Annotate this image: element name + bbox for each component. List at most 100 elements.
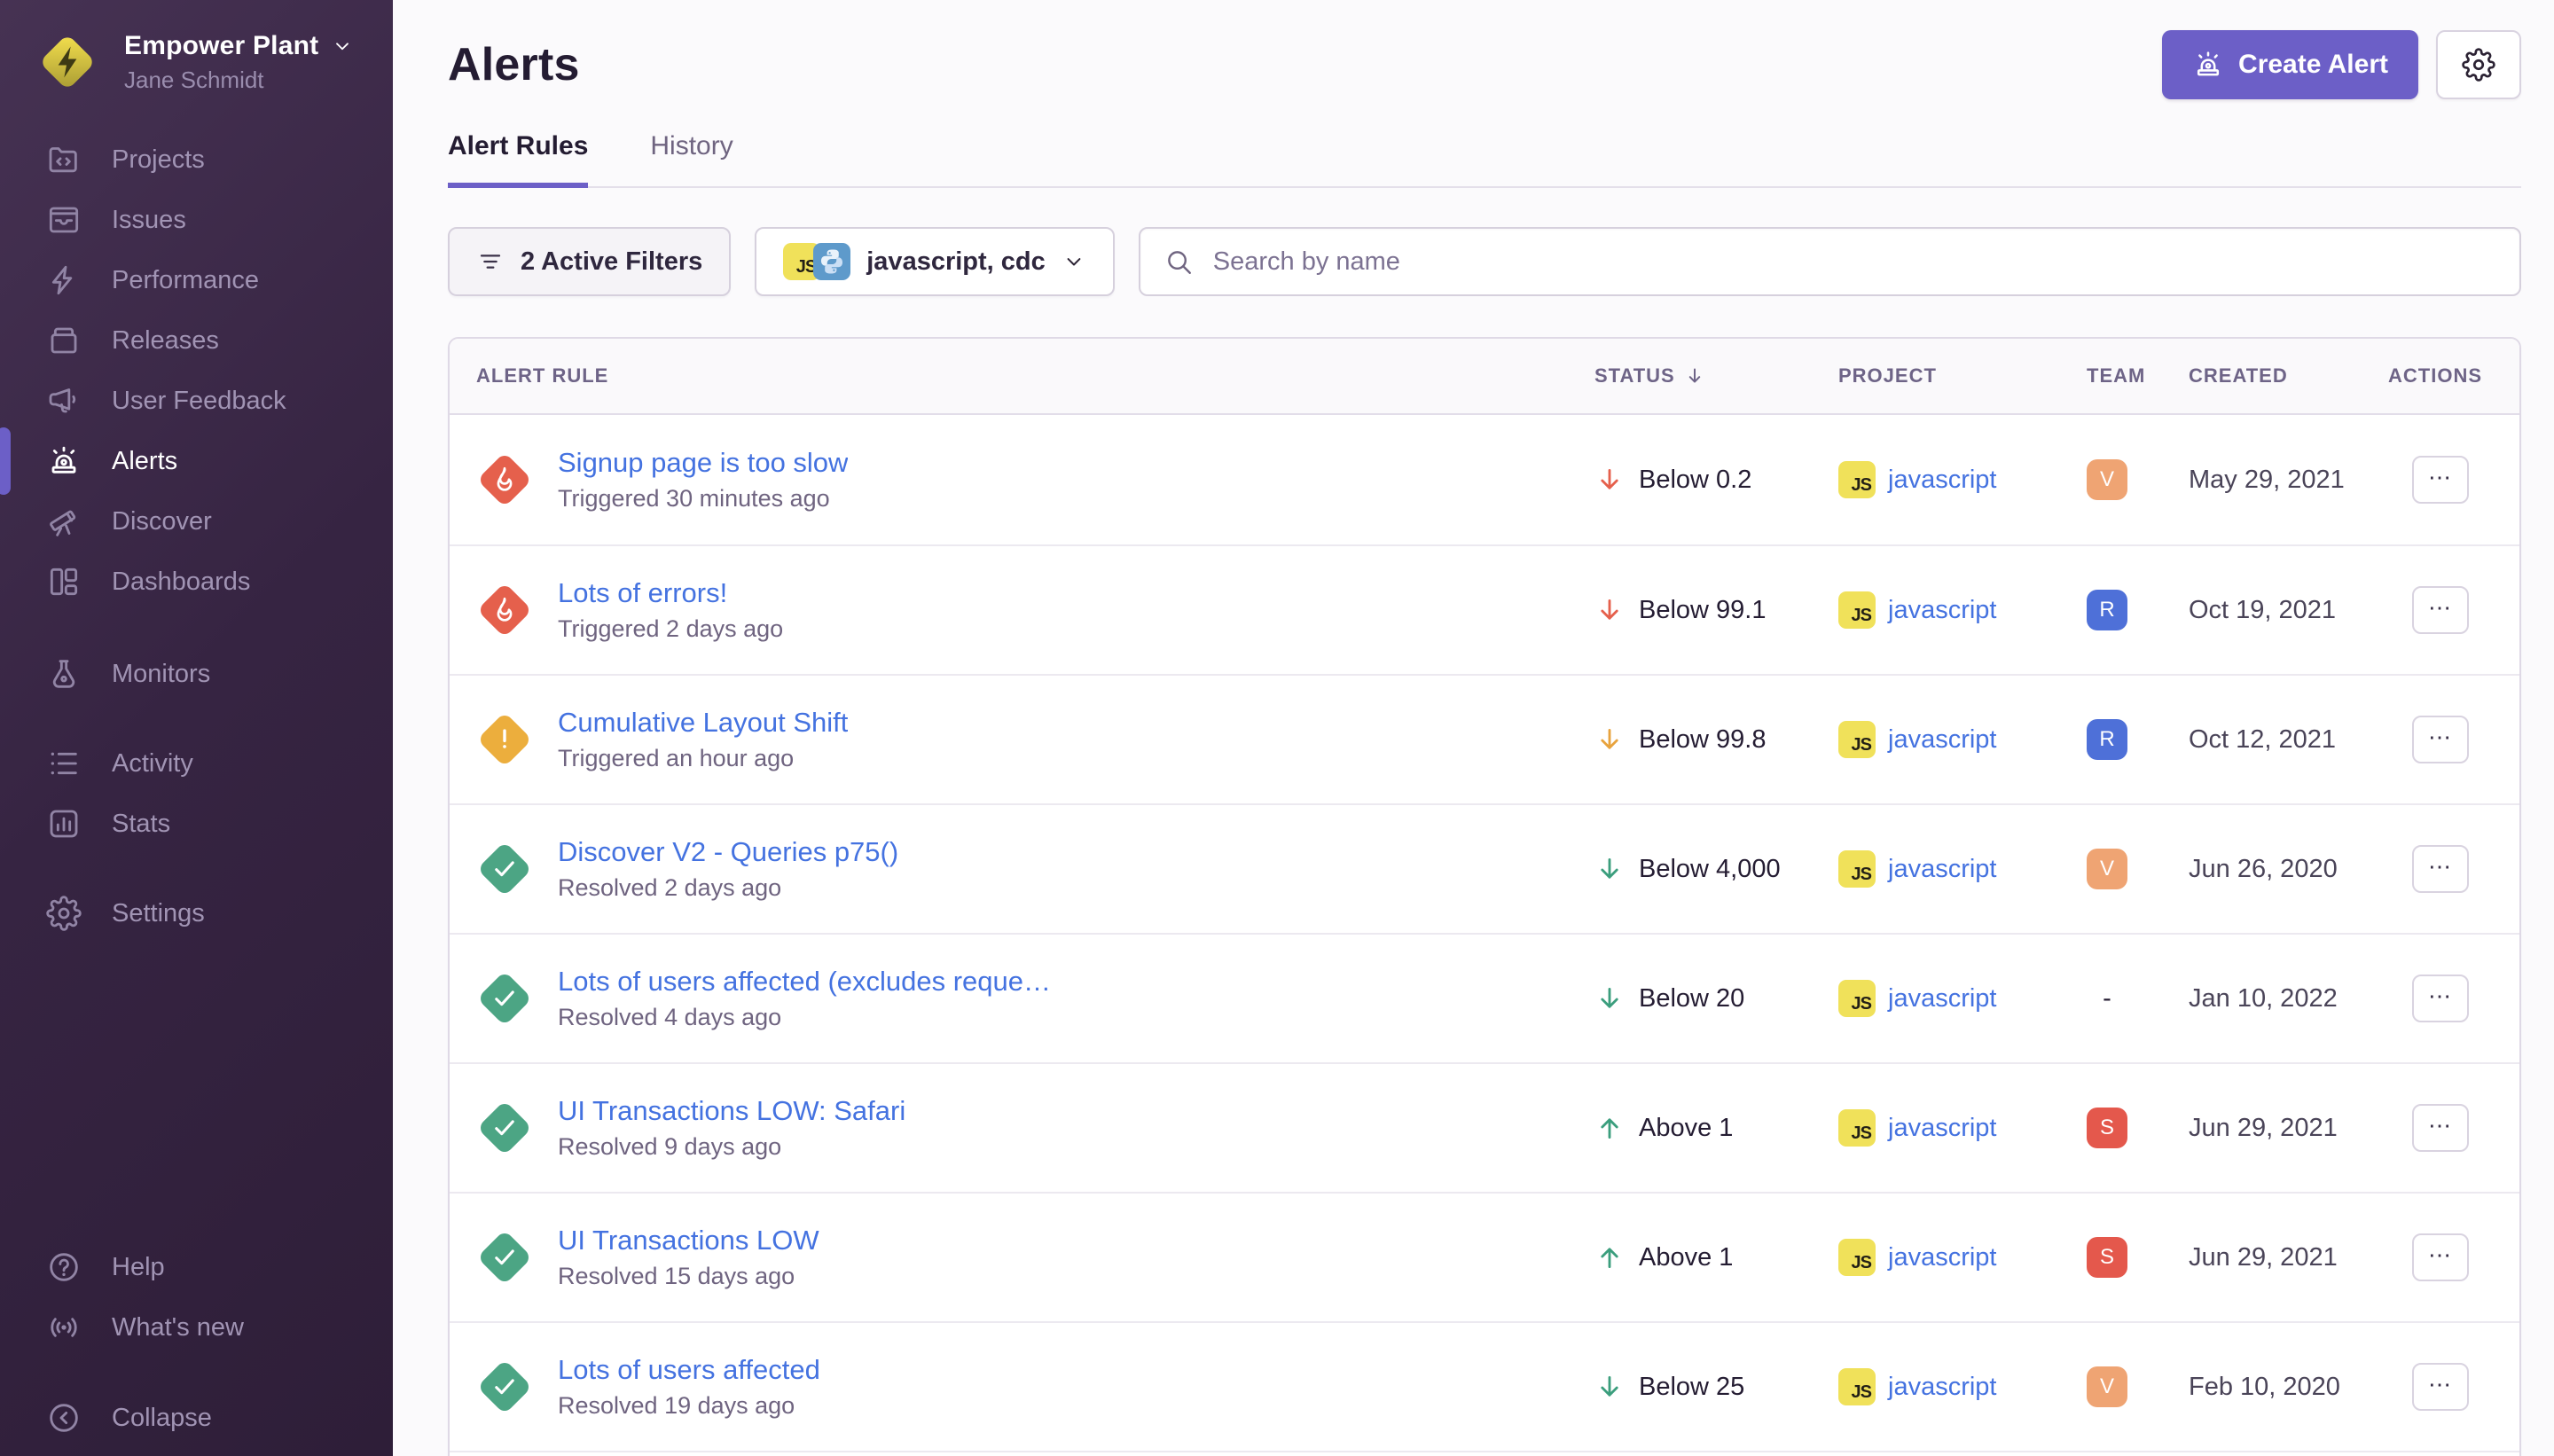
project-link[interactable]: javascript [1888,855,1997,884]
alert-rule-link[interactable]: Discover V2 - Queries p75() [558,836,898,868]
search-input[interactable] [1213,247,2496,277]
alert-resolved-diamond-icon [476,1229,533,1286]
table-row[interactable]: UI Transactions LOWResolved 15 days agoA… [450,1192,2519,1321]
chevron-down-icon [331,35,354,58]
table-row[interactable]: Lots of users affectedResolved 19 days a… [450,1321,2519,1451]
team-avatar[interactable]: V [2087,849,2127,889]
tab-alert-rules[interactable]: Alert Rules [448,131,588,188]
created-cell: Jan 10, 2022 [2189,984,2388,1014]
javascript-platform-icon: JS [1838,850,1876,888]
alert-rule-subtitle: Resolved 4 days ago [558,1004,1051,1031]
row-actions-button[interactable]: ⋯ [2412,1104,2469,1152]
sidebar-item-settings[interactable]: Settings [0,883,393,943]
row-actions-button[interactable]: ⋯ [2412,586,2469,634]
project-cell: JSjavascript [1838,980,2087,1017]
table-row[interactable]: Lots of errors!Triggered 2 days agoBelow… [450,544,2519,674]
org-switcher[interactable]: Empower Plant Jane Schmidt [32,27,393,98]
actions-cell: ⋯ [2388,456,2493,504]
team-avatar[interactable]: R [2087,719,2127,760]
sidebar-item-issues[interactable]: Issues [0,190,393,250]
project-cell: JSjavascript [1838,461,2087,498]
column-header-project[interactable]: PROJECT [1838,364,2087,387]
project-link[interactable]: javascript [1888,466,1997,495]
activity-icon [46,746,82,781]
team-cell: R [2087,590,2189,630]
status-cell: Above 1 [1594,1242,1838,1272]
column-header-actions: ACTIONS [2388,364,2493,387]
alert-rule-link[interactable]: Signup page is too slow [558,447,848,479]
whats-new-icon [46,1310,82,1345]
alert-rules-table: ALERT RULE STATUS PROJECT TEAM CREATED A… [448,337,2521,1456]
sidebar-item-alerts[interactable]: Alerts [0,431,393,491]
sidebar-item-what-s-new[interactable]: What's new [0,1297,393,1358]
table-row[interactable]: Cumulative Layout ShiftTriggered an hour… [450,674,2519,803]
alert-rule-link[interactable]: UI Transactions LOW [558,1225,819,1256]
status-label: Below 0.2 [1639,466,1751,495]
team-cell: V [2087,1366,2189,1407]
sidebar-item-releases[interactable]: Releases [0,310,393,371]
team-cell: V [2087,849,2189,889]
sidebar-item-label: Monitors [112,660,210,689]
alert-rule-cell: Lots of errors!Triggered 2 days ago [476,577,1594,643]
row-actions-button[interactable]: ⋯ [2412,845,2469,893]
project-link[interactable]: javascript [1888,1373,1997,1402]
alert-rule-link[interactable]: Lots of users affected (excludes reque… [558,966,1051,998]
project-cell: JSjavascript [1838,1368,2087,1405]
column-header-created[interactable]: CREATED [2189,364,2388,387]
trend-down-icon [1594,1372,1625,1402]
sidebar-item-label: Performance [112,266,259,295]
project-link[interactable]: javascript [1888,596,1997,625]
sidebar-item-user-feedback[interactable]: User Feedback [0,371,393,431]
column-header-status[interactable]: STATUS [1594,364,1838,387]
org-name: Empower Plant [124,31,318,61]
sidebar-item-projects[interactable]: Projects [0,129,393,190]
team-cell: S [2087,1108,2189,1148]
project-link[interactable]: javascript [1888,1243,1997,1272]
project-link[interactable]: javascript [1888,725,1997,755]
check-icon [476,1358,533,1415]
row-actions-button[interactable]: ⋯ [2412,716,2469,763]
search-field[interactable] [1139,227,2521,296]
settings-button[interactable] [2436,30,2521,99]
sidebar-item-performance[interactable]: Performance [0,250,393,310]
team-avatar[interactable]: V [2087,1366,2127,1407]
sort-descending-icon [1684,365,1705,387]
team-avatar[interactable]: S [2087,1237,2127,1278]
alert-rule-link[interactable]: Lots of users affected [558,1354,820,1386]
team-cell: R [2087,719,2189,760]
active-filters-button[interactable]: 2 Active Filters [448,227,731,296]
project-link[interactable]: javascript [1888,1114,1997,1143]
alert-rule-link[interactable]: Cumulative Layout Shift [558,707,848,739]
nav-group: ActivityStats [0,733,393,854]
create-alert-button[interactable]: Create Alert [2162,30,2418,99]
row-actions-button[interactable]: ⋯ [2412,1363,2469,1411]
sidebar-item-dashboards[interactable]: Dashboards [0,552,393,612]
sidebar-item-discover[interactable]: Discover [0,491,393,552]
project-link[interactable]: javascript [1888,984,1997,1014]
table-row[interactable]: Lots of users affected (excludes reque… R… [450,933,2519,1062]
column-header-alert-rule[interactable]: ALERT RULE [476,364,1594,387]
sidebar-item-stats[interactable]: Stats [0,794,393,854]
sidebar-item-monitors[interactable]: Monitors [0,644,393,704]
sidebar-item-label: Issues [112,206,186,235]
performance-icon [46,262,82,298]
team-avatar[interactable]: R [2087,590,2127,630]
sidebar-item-help[interactable]: Help [0,1237,393,1297]
alert-rule-link[interactable]: UI Transactions LOW: Safari [558,1095,905,1127]
table-row[interactable]: Discover V2 - Queries p75()Resolved 2 da… [450,803,2519,933]
row-actions-button[interactable]: ⋯ [2412,975,2469,1022]
table-row[interactable]: Signup page is too slowTriggered 30 minu… [450,415,2519,544]
tab-history[interactable]: History [650,131,733,188]
team-avatar[interactable]: S [2087,1108,2127,1148]
javascript-platform-icon: JS [1838,1109,1876,1147]
sidebar-item-activity[interactable]: Activity [0,733,393,794]
row-actions-button[interactable]: ⋯ [2412,456,2469,504]
alert-rule-link[interactable]: Lots of errors! [558,577,783,609]
team-avatar[interactable]: V [2087,459,2127,500]
project-cell: JSjavascript [1838,591,2087,629]
row-actions-button[interactable]: ⋯ [2412,1233,2469,1281]
column-header-team[interactable]: TEAM [2087,364,2189,387]
sidebar-item-collapse[interactable]: Collapse [0,1388,393,1448]
project-selector[interactable]: JS javascript, cdc [755,227,1115,296]
table-row[interactable]: UI Transactions LOW: SafariResolved 9 da… [450,1062,2519,1192]
